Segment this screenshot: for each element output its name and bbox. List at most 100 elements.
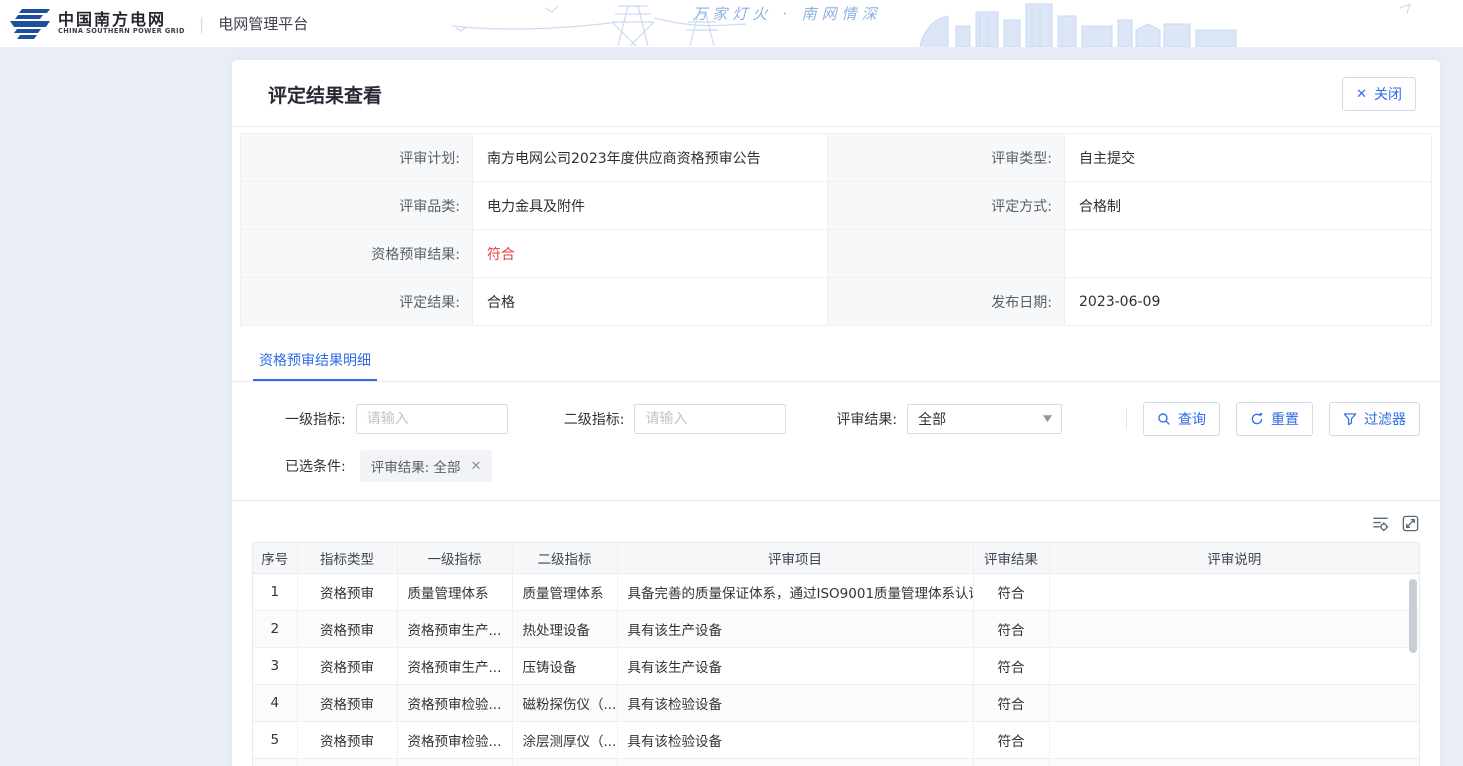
close-button[interactable]: ✕ 关闭 xyxy=(1342,77,1416,111)
dialog-header: 评定结果查看 ✕ 关闭 xyxy=(232,60,1440,127)
table-toolbar xyxy=(252,514,1420,533)
cell-note xyxy=(1049,610,1419,647)
assessment-info-grid: 评审计划: 南方电网公司2023年度供应商资格预审公告 评审类型: 自主提交 评… xyxy=(240,133,1432,326)
info-value-prequal-result: 符合 xyxy=(473,230,828,278)
filter-button[interactable]: 过滤器 xyxy=(1329,402,1420,436)
brand-name-cn: 中国南方电网 xyxy=(58,12,185,29)
results-table-container: 序号 指标类型 一级指标 二级指标 评审项目 评审结果 评审说明 1 资格预审 … xyxy=(252,542,1420,766)
info-label-review-plan: 评审计划: xyxy=(241,134,473,182)
table-row: 3 资格预审 资格预审生产... 压铸设备 具有该生产设备 符合 xyxy=(253,647,1419,684)
cell-level2: 锻压设备 xyxy=(512,758,617,766)
col-header-result: 评审结果 xyxy=(973,543,1049,573)
cell-level1: 质量管理体系 xyxy=(397,573,512,610)
info-label-assess-method: 评定方式: xyxy=(828,182,1065,230)
section-divider xyxy=(232,500,1440,501)
cell-no: 3 xyxy=(253,647,297,684)
filter-button-label: 过滤器 xyxy=(1364,409,1406,429)
table-row: 4 资格预审 资格预审检验... 磁粉探伤仪（... 具有该检验设备 符合 xyxy=(253,684,1419,721)
cell-type: 资格预审 xyxy=(297,573,397,610)
review-result-selected-value: 全部 xyxy=(918,409,946,429)
cell-no: 5 xyxy=(253,721,297,758)
cell-level1: 资格预审检验... xyxy=(397,684,512,721)
info-label-prequal-result: 资格预审结果: xyxy=(241,230,473,278)
chip-remove-icon[interactable]: ✕ xyxy=(471,459,482,474)
cell-no: 1 xyxy=(253,573,297,610)
info-value-review-plan: 南方电网公司2023年度供应商资格预审公告 xyxy=(473,134,828,182)
info-value-review-type: 自主提交 xyxy=(1065,134,1432,182)
brand-block: 中国南方电网 CHINA SOUTHERN POWER GRID | 电网管理平… xyxy=(10,0,308,47)
cell-level2: 压铸设备 xyxy=(512,647,617,684)
reset-button[interactable]: 重置 xyxy=(1236,402,1313,436)
csg-logo-icon xyxy=(10,8,50,40)
filter-result-group: 评审结果: 全部 ▼ xyxy=(836,404,1062,434)
level2-indicator-label: 二级指标: xyxy=(564,409,625,429)
cell-note xyxy=(1049,684,1419,721)
cell-no: 4 xyxy=(253,684,297,721)
cell-result: 符合 xyxy=(973,721,1049,758)
filter-bar: 一级指标: 二级指标: 评审结果: 全部 ▼ 查询 xyxy=(252,402,1420,436)
cell-level1: 资格预审检验... xyxy=(397,721,512,758)
cell-result: 符合 xyxy=(973,610,1049,647)
cell-item: 具有该生产设备 xyxy=(617,610,973,647)
banner-slogan: 万家灯火 · 南网情深 xyxy=(692,5,881,23)
cell-item: 具有该检验设备 xyxy=(617,721,973,758)
close-icon: ✕ xyxy=(1356,87,1367,102)
cell-type: 资格预审 xyxy=(297,721,397,758)
info-label-publish-date: 发布日期: xyxy=(828,278,1065,326)
results-table: 序号 指标类型 一级指标 二级指标 评审项目 评审结果 评审说明 1 资格预审 … xyxy=(253,543,1419,766)
table-row: 5 资格预审 资格预审检验... 涂层测厚仪（... 具有该检验设备 符合 xyxy=(253,721,1419,758)
cell-note xyxy=(1049,721,1419,758)
cell-level2: 磁粉探伤仪（... xyxy=(512,684,617,721)
cell-item: 具有该生产设备 xyxy=(617,758,973,766)
cell-type: 资格预审 xyxy=(297,647,397,684)
cell-no: 2 xyxy=(253,610,297,647)
info-value-review-category: 电力金具及附件 xyxy=(473,182,828,230)
refresh-icon xyxy=(1250,412,1264,426)
table-row: 6 资格预审 资格预审生产... 锻压设备 具有该生产设备 符合 xyxy=(253,758,1419,766)
level1-indicator-label: 一级指标: xyxy=(285,409,346,429)
brand-name-en: CHINA SOUTHERN POWER GRID xyxy=(58,28,185,35)
chip-text: 评审结果: 全部 xyxy=(371,456,461,476)
cell-result: 符合 xyxy=(973,573,1049,610)
cell-type: 资格预审 xyxy=(297,684,397,721)
page-title: 评定结果查看 xyxy=(268,81,382,108)
search-button[interactable]: 查询 xyxy=(1143,402,1220,436)
fullscreen-icon[interactable] xyxy=(1401,514,1420,533)
info-value-empty xyxy=(1065,230,1432,278)
col-header-item: 评审项目 xyxy=(617,543,973,573)
cell-level1: 资格预审生产... xyxy=(397,647,512,684)
info-value-publish-date: 2023-06-09 xyxy=(1065,278,1432,326)
assessment-result-dialog: 评定结果查看 ✕ 关闭 评审计划: 南方电网公司2023年度供应商资格预审公告 … xyxy=(232,60,1440,766)
cell-item: 具备完善的质量保证体系，通过ISO9001质量管理体系认证... xyxy=(617,573,973,610)
selected-conditions-label: 已选条件: xyxy=(285,456,346,476)
info-label-review-type: 评审类型: xyxy=(828,134,1065,182)
filter-buttons: 查询 重置 过滤器 xyxy=(1143,402,1420,436)
level2-indicator-input[interactable] xyxy=(634,404,786,434)
cell-note xyxy=(1049,647,1419,684)
table-scrollbar-thumb[interactable] xyxy=(1409,579,1417,653)
selected-condition-chip[interactable]: 评审结果: 全部 ✕ xyxy=(360,450,493,482)
cell-item: 具有该检验设备 xyxy=(617,684,973,721)
col-header-level1: 一级指标 xyxy=(397,543,512,573)
cell-item: 具有该生产设备 xyxy=(617,647,973,684)
cell-note xyxy=(1049,573,1419,610)
cell-level2: 质量管理体系 xyxy=(512,573,617,610)
column-settings-icon[interactable] xyxy=(1371,514,1390,533)
filter-icon xyxy=(1343,412,1357,426)
col-header-no: 序号 xyxy=(253,543,297,573)
col-header-level2: 二级指标 xyxy=(512,543,617,573)
platform-title: 电网管理平台 xyxy=(218,13,308,34)
close-button-label: 关闭 xyxy=(1374,84,1402,104)
level1-indicator-input[interactable] xyxy=(356,404,508,434)
review-result-select[interactable]: 全部 ▼ xyxy=(907,404,1062,434)
filter-level1-group: 一级指标: xyxy=(285,404,508,434)
info-label-review-category: 评审品类: xyxy=(241,182,473,230)
banner-art: 万家灯火 · 南网情深 xyxy=(360,0,1440,47)
tab-prequal-result-detail[interactable]: 资格预审结果明细 xyxy=(253,340,377,381)
filter-level2-group: 二级指标: xyxy=(564,404,787,434)
cell-level2: 涂层测厚仪（... xyxy=(512,721,617,758)
search-icon xyxy=(1157,412,1171,426)
table-header-row: 序号 指标类型 一级指标 二级指标 评审项目 评审结果 评审说明 xyxy=(253,543,1419,573)
search-button-label: 查询 xyxy=(1178,409,1206,429)
info-label-assess-result: 评定结果: xyxy=(241,278,473,326)
